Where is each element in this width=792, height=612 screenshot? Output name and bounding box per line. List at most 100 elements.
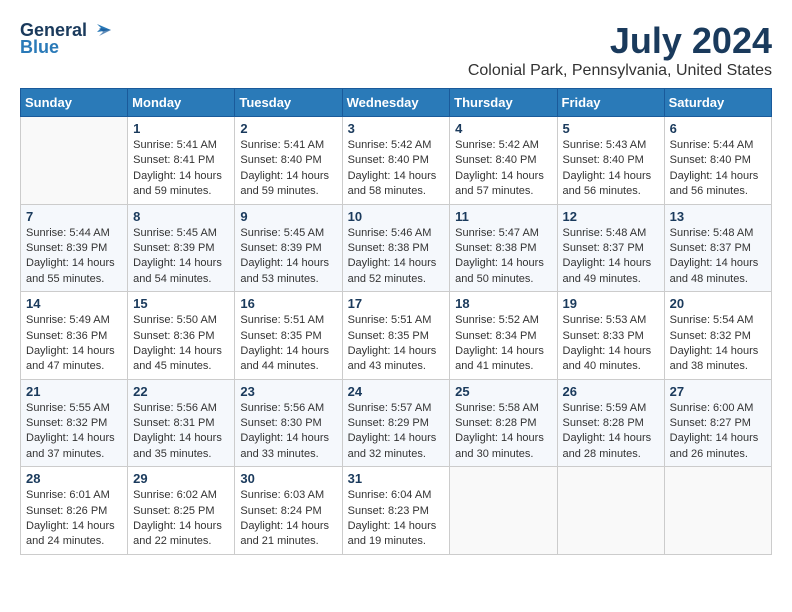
- weekday-header: Sunday: [21, 89, 128, 117]
- day-number: 12: [563, 209, 659, 224]
- day-number: 16: [240, 296, 336, 311]
- day-info: Sunrise: 5:49 AMSunset: 8:36 PMDaylight:…: [26, 313, 122, 375]
- day-number: 11: [455, 209, 551, 224]
- calendar-header-row: SundayMondayTuesdayWednesdayThursdayFrid…: [21, 89, 772, 117]
- day-info: Sunrise: 5:48 AMSunset: 8:37 PMDaylight:…: [670, 226, 766, 288]
- day-info: Sunrise: 5:42 AMSunset: 8:40 PMDaylight:…: [455, 138, 551, 200]
- logo: General Blue: [20, 20, 111, 58]
- calendar-day-cell: 18Sunrise: 5:52 AMSunset: 8:34 PMDayligh…: [450, 292, 557, 380]
- day-info: Sunrise: 5:52 AMSunset: 8:34 PMDaylight:…: [455, 313, 551, 375]
- calendar-day-cell: 13 Sunrise: 5:48 AMSunset: 8:37 PMDayligh…: [664, 204, 771, 292]
- day-info: Sunrise: 5:59 AMSunset: 8:28 PMDaylight:…: [563, 401, 659, 463]
- calendar-day-cell: [21, 117, 128, 205]
- weekday-header: Thursday: [450, 89, 557, 117]
- day-number: 29: [133, 471, 229, 486]
- calendar-day-cell: [450, 467, 557, 555]
- title-area: July 2024 Colonial Park, Pennsylvania, U…: [468, 20, 772, 80]
- calendar-day-cell: 30 Sunrise: 6:03 AMSunset: 8:24 PMDayligh…: [235, 467, 342, 555]
- calendar-day-cell: [557, 467, 664, 555]
- day-number: 28: [26, 471, 122, 486]
- day-info: Sunrise: 5:50 AMSunset: 8:36 PMDaylight:…: [133, 313, 229, 375]
- calendar-day-cell: 7 Sunrise: 5:44 AMSunset: 8:39 PMDaylight…: [21, 204, 128, 292]
- calendar-day-cell: 8 Sunrise: 5:45 AMSunset: 8:39 PMDaylight…: [128, 204, 235, 292]
- day-info: Sunrise: 5:41 AMSunset: 8:40 PMDaylight:…: [240, 138, 336, 200]
- calendar-day-cell: 19Sunrise: 5:53 AMSunset: 8:33 PMDayligh…: [557, 292, 664, 380]
- calendar-week-row: 21 Sunrise: 5:55 AMSunset: 8:32 PMDayligh…: [21, 379, 772, 467]
- day-number: 5: [563, 121, 659, 136]
- day-number: 8: [133, 209, 229, 224]
- day-number: 2: [240, 121, 336, 136]
- day-number: 26: [563, 384, 659, 399]
- day-number: 1: [133, 121, 229, 136]
- day-info: Sunrise: 6:00 AMSunset: 8:27 PMDaylight:…: [670, 401, 766, 463]
- page-header: General Blue July 2024 Colonial Park, Pe…: [20, 20, 772, 80]
- weekday-header: Saturday: [664, 89, 771, 117]
- day-number: 31: [348, 471, 445, 486]
- day-number: 13: [670, 209, 766, 224]
- day-info: Sunrise: 6:04 AMSunset: 8:23 PMDaylight:…: [348, 488, 445, 550]
- calendar-day-cell: 2 Sunrise: 5:41 AMSunset: 8:40 PMDaylight…: [235, 117, 342, 205]
- calendar-week-row: 7 Sunrise: 5:44 AMSunset: 8:39 PMDaylight…: [21, 204, 772, 292]
- weekday-header: Tuesday: [235, 89, 342, 117]
- calendar-day-cell: 15 Sunrise: 5:50 AMSunset: 8:36 PMDayligh…: [128, 292, 235, 380]
- day-info: Sunrise: 5:51 AMSunset: 8:35 PMDaylight:…: [348, 313, 445, 375]
- weekday-header: Monday: [128, 89, 235, 117]
- calendar-day-cell: 22 Sunrise: 5:56 AMSunset: 8:31 PMDayligh…: [128, 379, 235, 467]
- calendar-day-cell: 17Sunrise: 5:51 AMSunset: 8:35 PMDayligh…: [342, 292, 450, 380]
- day-number: 10: [348, 209, 445, 224]
- day-info: Sunrise: 5:56 AMSunset: 8:30 PMDaylight:…: [240, 401, 336, 463]
- day-info: Sunrise: 5:48 AMSunset: 8:37 PMDaylight:…: [563, 226, 659, 288]
- calendar-day-cell: 26 Sunrise: 5:59 AMSunset: 8:28 PMDayligh…: [557, 379, 664, 467]
- calendar-week-row: 1Sunrise: 5:41 AMSunset: 8:41 PMDaylight…: [21, 117, 772, 205]
- calendar-day-cell: 16 Sunrise: 5:51 AMSunset: 8:35 PMDayligh…: [235, 292, 342, 380]
- weekday-header: Wednesday: [342, 89, 450, 117]
- calendar-week-row: 28 Sunrise: 6:01 AMSunset: 8:26 PMDayligh…: [21, 467, 772, 555]
- calendar-day-cell: 6 Sunrise: 5:44 AMSunset: 8:40 PMDaylight…: [664, 117, 771, 205]
- day-number: 9: [240, 209, 336, 224]
- day-info: Sunrise: 5:45 AMSunset: 8:39 PMDaylight:…: [133, 226, 229, 288]
- day-info: Sunrise: 5:57 AMSunset: 8:29 PMDaylight:…: [348, 401, 445, 463]
- calendar-day-cell: 3Sunrise: 5:42 AMSunset: 8:40 PMDaylight…: [342, 117, 450, 205]
- day-info: Sunrise: 5:47 AMSunset: 8:38 PMDaylight:…: [455, 226, 551, 288]
- month-title: July 2024: [468, 20, 772, 62]
- day-info: Sunrise: 5:58 AMSunset: 8:28 PMDaylight:…: [455, 401, 551, 463]
- day-number: 25: [455, 384, 551, 399]
- calendar-day-cell: 21 Sunrise: 5:55 AMSunset: 8:32 PMDayligh…: [21, 379, 128, 467]
- day-info: Sunrise: 5:45 AMSunset: 8:39 PMDaylight:…: [240, 226, 336, 288]
- day-info: Sunrise: 5:44 AMSunset: 8:39 PMDaylight:…: [26, 226, 122, 288]
- day-number: 22: [133, 384, 229, 399]
- day-info: Sunrise: 5:43 AMSunset: 8:40 PMDaylight:…: [563, 138, 659, 200]
- calendar-day-cell: 23 Sunrise: 5:56 AMSunset: 8:30 PMDayligh…: [235, 379, 342, 467]
- day-info: Sunrise: 6:01 AMSunset: 8:26 PMDaylight:…: [26, 488, 122, 550]
- day-number: 30: [240, 471, 336, 486]
- day-info: Sunrise: 5:44 AMSunset: 8:40 PMDaylight:…: [670, 138, 766, 200]
- day-number: 7: [26, 209, 122, 224]
- calendar-table: SundayMondayTuesdayWednesdayThursdayFrid…: [20, 88, 772, 555]
- day-number: 3: [348, 121, 445, 136]
- calendar-day-cell: 11 Sunrise: 5:47 AMSunset: 8:38 PMDayligh…: [450, 204, 557, 292]
- day-info: Sunrise: 5:54 AMSunset: 8:32 PMDaylight:…: [670, 313, 766, 375]
- day-number: 23: [240, 384, 336, 399]
- day-info: Sunrise: 5:56 AMSunset: 8:31 PMDaylight:…: [133, 401, 229, 463]
- calendar-day-cell: 9 Sunrise: 5:45 AMSunset: 8:39 PMDaylight…: [235, 204, 342, 292]
- calendar-day-cell: 31 Sunrise: 6:04 AMSunset: 8:23 PMDayligh…: [342, 467, 450, 555]
- day-info: Sunrise: 6:03 AMSunset: 8:24 PMDaylight:…: [240, 488, 336, 550]
- day-info: Sunrise: 5:55 AMSunset: 8:32 PMDaylight:…: [26, 401, 122, 463]
- day-number: 14: [26, 296, 122, 311]
- day-number: 27: [670, 384, 766, 399]
- day-number: 15: [133, 296, 229, 311]
- calendar-day-cell: 1Sunrise: 5:41 AMSunset: 8:41 PMDaylight…: [128, 117, 235, 205]
- calendar-day-cell: 25 Sunrise: 5:58 AMSunset: 8:28 PMDayligh…: [450, 379, 557, 467]
- calendar-day-cell: 14 Sunrise: 5:49 AMSunset: 8:36 PMDayligh…: [21, 292, 128, 380]
- calendar-day-cell: 5 Sunrise: 5:43 AMSunset: 8:40 PMDaylight…: [557, 117, 664, 205]
- day-info: Sunrise: 6:02 AMSunset: 8:25 PMDaylight:…: [133, 488, 229, 550]
- day-number: 6: [670, 121, 766, 136]
- logo-bird-icon: [89, 22, 111, 40]
- day-number: 21: [26, 384, 122, 399]
- weekday-header: Friday: [557, 89, 664, 117]
- day-number: 4: [455, 121, 551, 136]
- calendar-day-cell: 10Sunrise: 5:46 AMSunset: 8:38 PMDayligh…: [342, 204, 450, 292]
- calendar-day-cell: 27 Sunrise: 6:00 AMSunset: 8:27 PMDayligh…: [664, 379, 771, 467]
- day-info: Sunrise: 5:51 AMSunset: 8:35 PMDaylight:…: [240, 313, 336, 375]
- calendar-day-cell: 12 Sunrise: 5:48 AMSunset: 8:37 PMDayligh…: [557, 204, 664, 292]
